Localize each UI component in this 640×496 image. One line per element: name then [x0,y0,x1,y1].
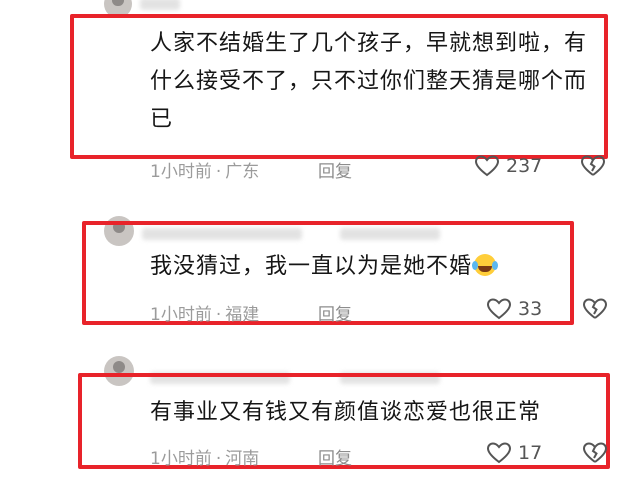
comment-meta: 1小时前 · 福建 [150,300,259,325]
dislike-button[interactable] [582,441,608,465]
meta-separator: · [215,162,222,182]
like-button[interactable]: 237 [474,154,542,178]
comment-text: 有事业又有钱又有颜值谈恋爱也很正常 [150,400,542,425]
heart-icon [486,441,512,465]
comment-text: 我没猜过，我一直以为是她不婚 [150,248,570,286]
broken-heart-icon [582,441,608,465]
like-button[interactable]: 33 [486,297,542,321]
like-button[interactable]: 17 [486,441,542,465]
meta-separator: · [215,305,222,325]
laughing-crying-emoji-icon [472,254,497,276]
broken-heart-icon [582,297,608,321]
comment-location: 广东 [225,162,260,182]
comment-location: 河南 [225,449,260,469]
reply-button[interactable]: 回复 [318,444,352,469]
meta-separator: · [215,449,222,469]
comment-time: 1小时前 [150,305,212,325]
reply-button[interactable]: 回复 [318,157,352,182]
broken-heart-icon [580,154,606,178]
comment-meta: 1小时前 · 广东 [150,157,259,182]
comment-time: 1小时前 [150,449,212,469]
comment-meta: 1小时前 · 河南 [150,444,259,469]
comment-text-content: 我没猜过，我一直以为是她不婚 [150,254,473,279]
dislike-button[interactable] [580,154,606,178]
like-count: 237 [506,155,543,177]
heart-icon [474,154,500,178]
comment-time: 1小时前 [150,162,212,182]
comment-text: 人家不结婚生了几个孩子，早就想到啦，有什么接受不了，只不过你们整天猜是哪个而已 [150,31,588,132]
comment-location: 福建 [225,305,260,325]
like-count: 17 [518,442,543,464]
reply-button[interactable]: 回复 [318,300,352,325]
username-blurred [140,0,180,10]
dislike-button[interactable] [582,297,608,321]
heart-icon [486,297,512,321]
like-count: 33 [518,298,543,320]
